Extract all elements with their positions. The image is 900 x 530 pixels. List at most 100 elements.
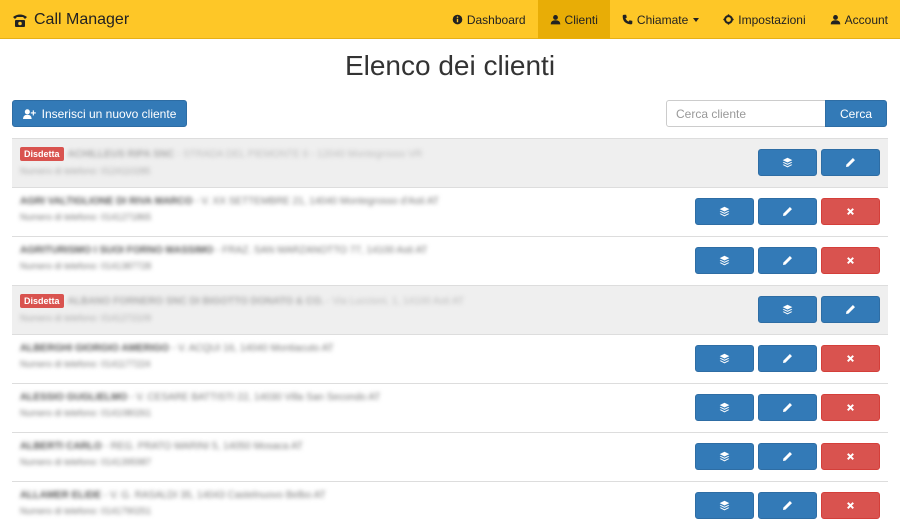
client-line: ALESSIO GUGLIELMO - V. CESARE BATTISTI 2… — [20, 392, 660, 403]
nav-dashboard[interactable]: Dashboard — [440, 0, 538, 39]
client-phone: Numero di telefono: 0141272109 — [20, 313, 152, 323]
close-icon — [845, 206, 856, 217]
cancelled-badge: Disdetta — [20, 147, 64, 161]
layers-icon — [782, 304, 793, 315]
client-info: ALLAMER ELIDE - V. G. RASALDI 35, 14043 … — [20, 490, 660, 516]
search-input[interactable] — [666, 100, 826, 127]
client-name: AGRITURISMO I SUOI FORNO MASSIMO — [20, 245, 214, 256]
edit-client-button[interactable] — [821, 296, 880, 323]
client-address: - V. XX SETTEMBRE 21, 14040 Montegrosso … — [195, 196, 439, 207]
navbar: Call Manager Dashboard Clienti Chiamate … — [0, 0, 900, 39]
client-phone: Numero di telefono: 0141387728 — [20, 261, 152, 271]
delete-client-button[interactable] — [821, 345, 880, 372]
layers-icon — [719, 451, 730, 462]
client-phone: Numero di telefono: 0141271865 — [20, 212, 152, 222]
client-line: AGRI VALTIGLIONE DI RIVA MARCO - V. XX S… — [20, 196, 660, 207]
client-phone: Numero di telefono: 0141395987 — [20, 457, 152, 467]
row-actions — [695, 443, 880, 470]
client-info: Disdetta ACHILLEUS RIPA SNC - STRADA DEL… — [20, 147, 660, 176]
client-line: ALLAMER ELIDE - V. G. RASALDI 35, 14043 … — [20, 490, 660, 501]
edit-client-button[interactable] — [821, 149, 880, 176]
pencil-icon — [782, 451, 793, 462]
client-name: ALLAMER ELIDE — [20, 490, 102, 501]
nav-clienti[interactable]: Clienti — [537, 0, 610, 39]
nav-chiamate[interactable]: Chiamate — [610, 0, 711, 39]
edit-client-button[interactable] — [758, 394, 817, 421]
edit-client-button[interactable] — [758, 247, 817, 274]
client-address: - V. CESARE BATTISTI 22, 14030 Villa San… — [130, 392, 381, 403]
user-icon — [550, 15, 560, 25]
delete-client-button[interactable] — [821, 247, 880, 274]
client-row: Disdetta ALBANO FORNERO SNC DI BIGOTTO D… — [12, 285, 888, 334]
client-address: - Via Luccioni, 1, 14100 Asti AT — [326, 295, 464, 307]
client-line: ALBERTI CARLO - REG. PRATO MARINI 5, 140… — [20, 441, 660, 452]
nav-impostazioni[interactable]: Impostazioni — [711, 0, 817, 39]
client-info: AGRI VALTIGLIONE DI RIVA MARCO - V. XX S… — [20, 196, 660, 222]
delete-client-button[interactable] — [821, 394, 880, 421]
client-row: ALBERTI CARLO - REG. PRATO MARINI 5, 140… — [12, 432, 888, 481]
client-line: Disdetta ACHILLEUS RIPA SNC - STRADA DEL… — [20, 147, 660, 161]
add-client-label: Inserisci un nuovo cliente — [41, 106, 177, 121]
client-info: ALBERTI CARLO - REG. PRATO MARINI 5, 140… — [20, 441, 660, 467]
view-calls-button[interactable] — [758, 296, 817, 323]
pencil-icon — [782, 206, 793, 217]
client-line: ALBERGHI GIORGIO AMERIGO - V. ACQUI 16, … — [20, 343, 660, 354]
app-title: Call Manager — [34, 10, 130, 28]
chevron-down-icon — [693, 17, 700, 22]
row-actions — [695, 247, 880, 274]
view-calls-button[interactable] — [758, 149, 817, 176]
client-address: - V. G. RASALDI 35, 14043 Castelnuovo Be… — [103, 490, 326, 501]
nav-account[interactable]: Account — [818, 0, 900, 39]
pencil-icon — [782, 255, 793, 266]
nav-dashboard-label: Dashboard — [466, 12, 526, 27]
pencil-icon — [782, 353, 793, 364]
user-icon — [830, 15, 840, 25]
layers-icon — [719, 255, 730, 266]
view-calls-button[interactable] — [695, 198, 754, 225]
edit-client-button[interactable] — [758, 345, 817, 372]
close-icon — [845, 402, 856, 413]
search-button[interactable]: Cerca — [825, 100, 887, 127]
client-info: ALBERGHI GIORGIO AMERIGO - V. ACQUI 16, … — [20, 343, 660, 369]
row-actions — [695, 198, 880, 225]
client-name-address: ALLAMER ELIDE - V. G. RASALDI 35, 14043 … — [20, 490, 326, 501]
edit-client-button[interactable] — [758, 198, 817, 225]
view-calls-button[interactable] — [695, 394, 754, 421]
info-circle-icon — [452, 14, 463, 25]
row-actions — [758, 149, 880, 176]
client-line: AGRITURISMO I SUOI FORNO MASSIMO - FRAZ.… — [20, 245, 660, 256]
add-client-button[interactable]: Inserisci un nuovo cliente — [12, 100, 187, 127]
gear-icon — [723, 14, 734, 25]
client-name-address: ALBERGHI GIORGIO AMERIGO - V. ACQUI 16, … — [20, 343, 334, 354]
client-info: Disdetta ALBANO FORNERO SNC DI BIGOTTO D… — [20, 294, 660, 323]
client-phone: Numero di telefono: 0141177224 — [20, 359, 151, 369]
delete-client-button[interactable] — [821, 198, 880, 225]
client-phone: Numero di telefono: 0141080261 — [20, 408, 152, 418]
client-address: - V. ACQUI 16, 14040 Montiacuto AT — [171, 343, 334, 354]
client-name: ALBERTI CARLO — [20, 441, 102, 452]
client-line: Disdetta ALBANO FORNERO SNC DI BIGOTTO D… — [20, 294, 660, 308]
view-calls-button[interactable] — [695, 345, 754, 372]
close-icon — [845, 255, 856, 266]
row-actions — [758, 296, 880, 323]
main-nav: Dashboard Clienti Chiamate Impostazioni … — [440, 0, 900, 39]
client-name-address: ALBANO FORNERO SNC DI BIGOTTO DONATO & C… — [68, 296, 464, 307]
view-calls-button[interactable] — [695, 443, 754, 470]
client-address: - REG. PRATO MARINI 5, 14050 Mosaca AT — [104, 441, 303, 452]
client-address: - STRADA DEL PIEMONTE 6 - 12040 Montegro… — [176, 148, 423, 160]
delete-client-button[interactable] — [821, 443, 880, 470]
client-list: Disdetta ACHILLEUS RIPA SNC - STRADA DEL… — [12, 138, 888, 530]
client-name-address: AGRITURISMO I SUOI FORNO MASSIMO - FRAZ.… — [20, 245, 427, 256]
client-row: AGRITURISMO I SUOI FORNO MASSIMO - FRAZ.… — [12, 236, 888, 285]
view-calls-button[interactable] — [695, 247, 754, 274]
edit-client-button[interactable] — [758, 443, 817, 470]
add-user-icon — [22, 108, 36, 119]
client-address: - FRAZ. SAN MARZANOTTO 77, 14100 Asti AT — [216, 245, 428, 256]
telephone-icon — [13, 14, 27, 27]
pencil-icon — [845, 304, 856, 315]
brand[interactable]: Call Manager — [12, 0, 129, 39]
client-row: Disdetta ACHILLEUS RIPA SNC - STRADA DEL… — [12, 138, 888, 187]
layers-icon — [719, 353, 730, 364]
client-info: ALESSIO GUGLIELMO - V. CESARE BATTISTI 2… — [20, 392, 660, 418]
layers-icon — [719, 206, 730, 217]
